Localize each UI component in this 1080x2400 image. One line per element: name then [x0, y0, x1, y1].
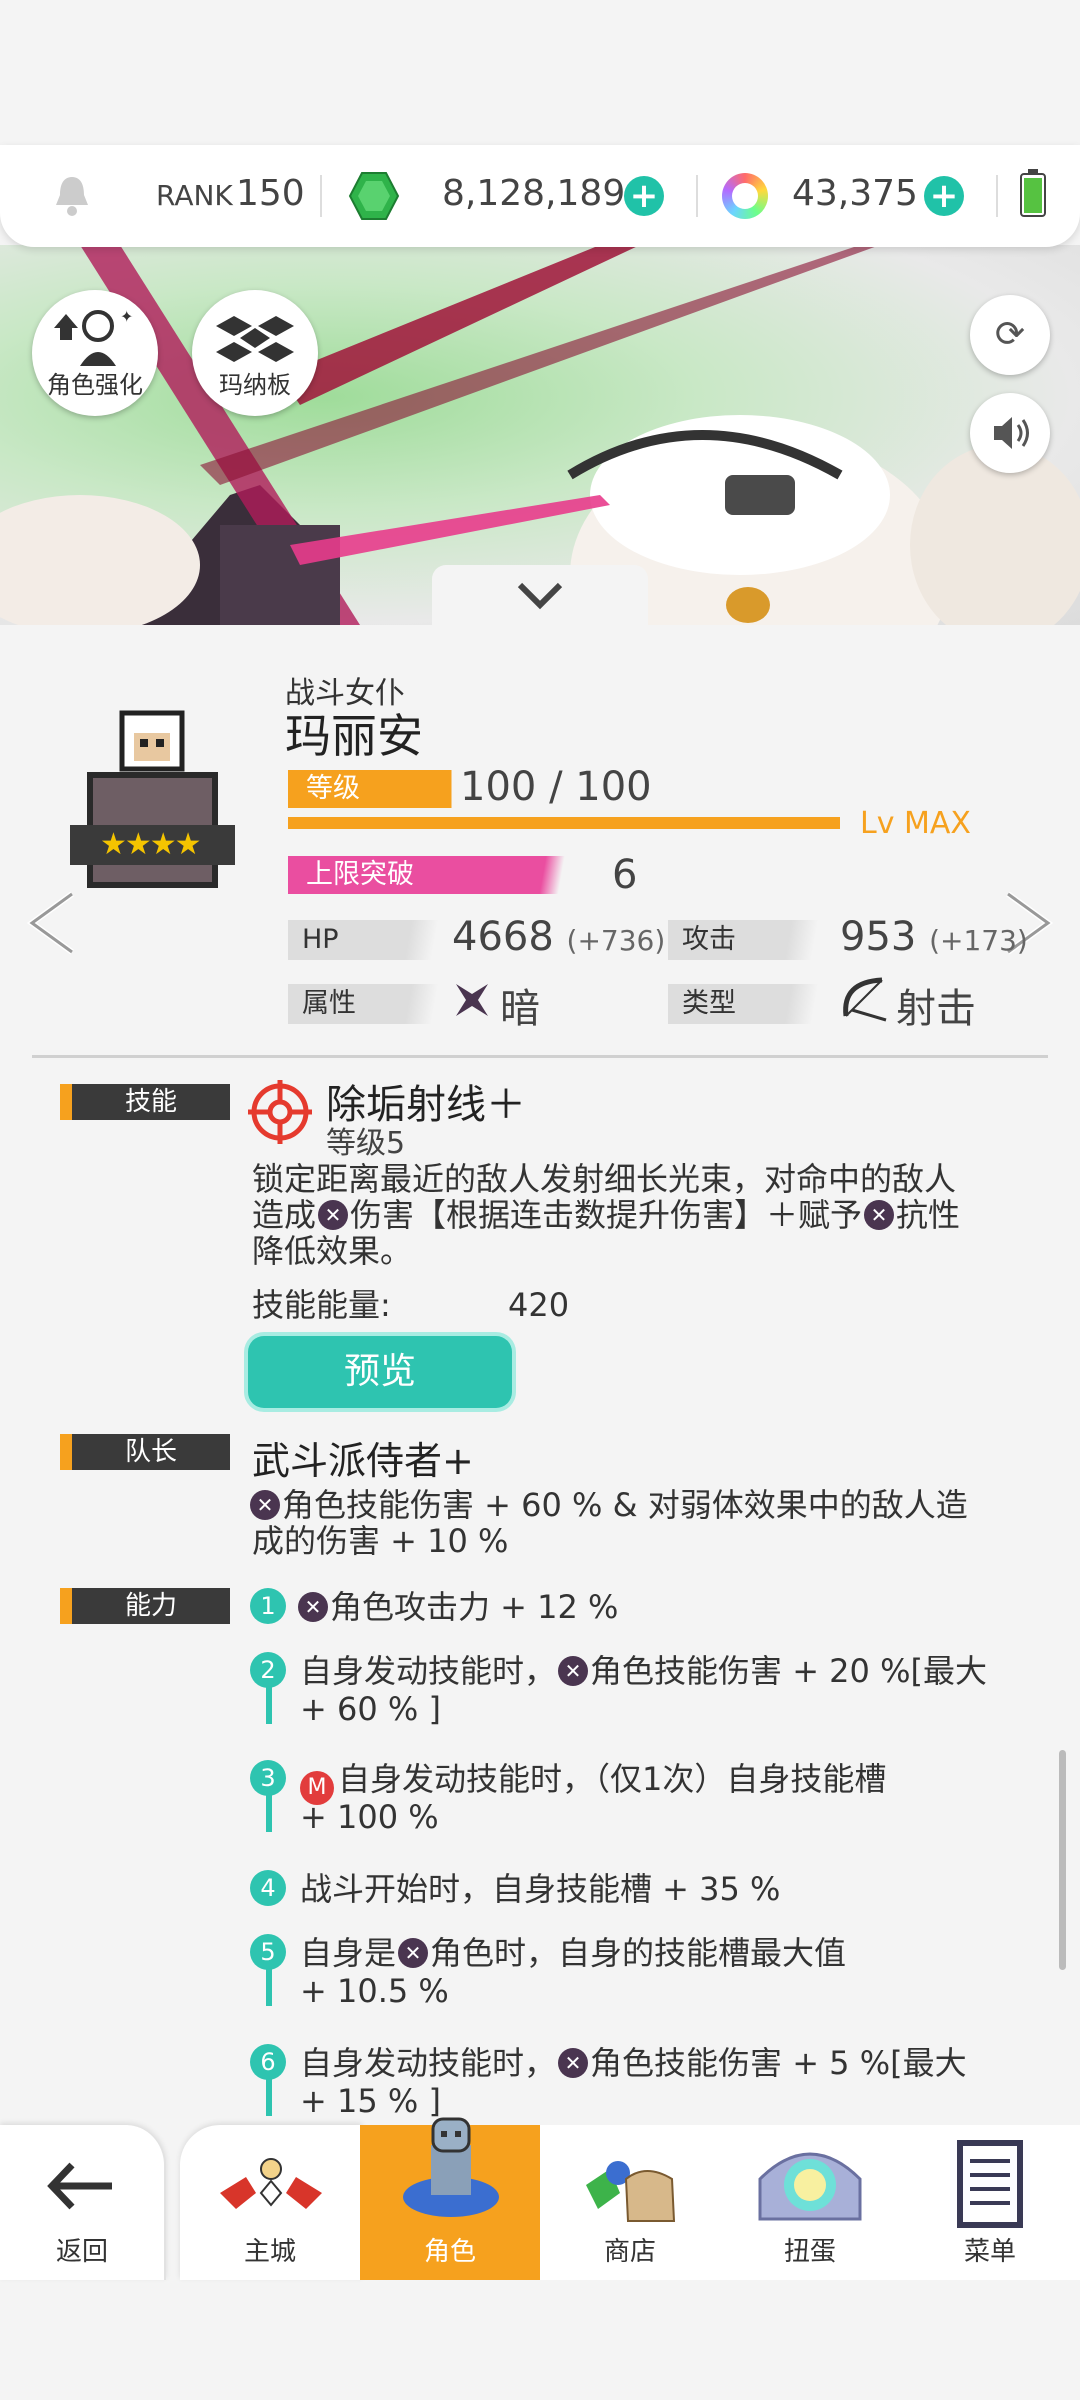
- menu-icon: [957, 2140, 1023, 2228]
- skill-energy-value: 420: [508, 1286, 570, 1324]
- gacha-icon: [758, 2152, 862, 2221]
- attribute-value: 暗: [500, 986, 540, 1032]
- rainbow-orb-icon: [722, 173, 768, 219]
- ability-number: 2: [250, 1652, 286, 1688]
- ability-6-line1: 自身发动技能时，角色技能伤害 + 5 %[最大: [300, 2044, 967, 2082]
- character-portrait: ★★★★: [70, 705, 235, 895]
- character-name: 玛丽安: [285, 709, 423, 763]
- attack-value: 953 (+173): [840, 914, 1028, 960]
- hp-tag: HP: [288, 920, 458, 960]
- preview-button[interactable]: 预览: [248, 1336, 512, 1408]
- prev-character-arrow[interactable]: [22, 888, 82, 958]
- nav-back[interactable]: 返回: [0, 2125, 166, 2280]
- bottom-navigation: 返回 主城 角色 商店 扭蛋 菜单: [0, 2117, 1080, 2280]
- type-tag: 类型: [668, 984, 838, 1024]
- nav-town[interactable]: 主城: [180, 2125, 362, 2280]
- rank-label: RANK: [156, 179, 233, 212]
- nav-gacha[interactable]: 扭蛋: [720, 2125, 902, 2280]
- skill-level: 等级5: [326, 1126, 406, 1161]
- add-gems-button[interactable]: +: [624, 176, 664, 216]
- level-max-label: Lv MAX: [860, 806, 971, 841]
- skill-desc-line2: 造成伤害【根据连击数提升伤害】＋赋予抗性: [252, 1196, 960, 1234]
- leader-desc-line1: 角色技能伤害 + 60 % & 对弱体效果中的敌人造: [248, 1486, 968, 1524]
- nav-character-label: 角色: [423, 2237, 476, 2267]
- mana-board-button[interactable]: 玛纳板: [192, 290, 318, 416]
- level-progress-bar: [288, 817, 840, 829]
- ability-number: 3: [250, 1760, 286, 1796]
- chevron-down-icon: [517, 582, 563, 610]
- star-rating: ★★★★: [100, 827, 202, 862]
- nav-character[interactable]: 角色: [360, 2117, 542, 2280]
- dark-attribute-icon: [318, 1200, 349, 1230]
- attack-tag: 攻击: [668, 920, 838, 960]
- nav-gacha-label: 扭蛋: [783, 2237, 836, 2267]
- dark-attribute-icon: [558, 2048, 589, 2078]
- type-value: 射击: [896, 986, 976, 1032]
- chevron-left-icon: [26, 891, 74, 955]
- nav-menu-label: 菜单: [963, 2237, 1016, 2267]
- orb-count: 43,375: [792, 173, 918, 214]
- collapse-button[interactable]: [432, 565, 648, 627]
- ability-1-text: 角色攻击力 + 12 %: [296, 1588, 618, 1626]
- rank-value: 150: [236, 173, 305, 214]
- skill-tag: 技能: [60, 1084, 230, 1120]
- nav-shop-label: 商店: [603, 2237, 656, 2267]
- bell-icon[interactable]: [52, 173, 92, 217]
- attribute-tag: 属性: [288, 984, 458, 1024]
- limit-break-tag: 上限突破: [288, 856, 596, 894]
- skill-energy-label: 技能能量:: [252, 1286, 391, 1324]
- nav-menu[interactable]: 菜单: [900, 2125, 1080, 2280]
- character-enhance-button[interactable]: ✦ 角色强化: [32, 290, 158, 416]
- swap-icon[interactable]: ⟳: [970, 295, 1050, 375]
- resource-bar: RANK 150 8,128,189 + 43,375 +: [0, 145, 1080, 247]
- ability-number: 5: [250, 1934, 286, 1970]
- ability-number: 4: [250, 1870, 286, 1906]
- dark-attribute-icon: [864, 1200, 895, 1230]
- crosshair-skill-icon: [248, 1080, 312, 1144]
- level-value: 100 / 100: [460, 764, 652, 810]
- ability-number: 1: [250, 1588, 286, 1624]
- skill-desc-line1: 锁定距离最近的敌人发射细长光束，对命中的敌人: [252, 1160, 957, 1198]
- battery-icon: [1020, 169, 1046, 217]
- add-orbs-button[interactable]: +: [924, 176, 964, 216]
- divider: [32, 1055, 1048, 1058]
- character-enhance-label: 角色强化: [47, 371, 143, 399]
- nav-town-label: 主城: [243, 2237, 296, 2267]
- mana-board-icon: [216, 316, 294, 362]
- dark-attribute-icon: [250, 1490, 280, 1520]
- character-icon: [403, 2117, 499, 2217]
- ability-tag: 能力: [60, 1588, 230, 1624]
- scrollbar[interactable]: [1059, 1750, 1066, 1970]
- skill-desc-line3: 降低效果。: [252, 1232, 413, 1270]
- svg-text:✦: ✦: [120, 307, 133, 326]
- town-icon: [220, 2158, 322, 2209]
- nav-shop[interactable]: 商店: [540, 2125, 722, 2280]
- nav-back-label: 返回: [55, 2237, 108, 2267]
- back-arrow-icon: [47, 2162, 112, 2210]
- green-gem-icon: [348, 171, 400, 221]
- leader-desc-line2: 成的伤害 + 10 %: [252, 1522, 509, 1560]
- ability-2-line1: 自身发动技能时，角色技能伤害 + 20 %[最大: [300, 1652, 987, 1690]
- ability-4-text: 战斗开始时，自身技能槽 + 35 %: [300, 1870, 781, 1908]
- bow-icon: [838, 972, 890, 1024]
- leader-tag: 队长: [60, 1434, 230, 1470]
- level-progress-fill: [288, 817, 840, 829]
- character-enhance-icon: ✦: [54, 307, 133, 366]
- limit-break-value: 6: [612, 852, 638, 898]
- leader-name: 武斗派侍者+: [252, 1439, 474, 1483]
- ability-3-line2: + 100 %: [300, 1798, 439, 1836]
- dark-attribute-icon: [558, 1656, 589, 1686]
- mana-board-label: 玛纳板: [219, 371, 291, 399]
- ability-5-line2: + 10.5 %: [300, 1972, 449, 2010]
- dark-attribute-icon: [452, 980, 492, 1020]
- ability-5-line1: 自身是角色时，自身的技能槽最大值: [300, 1934, 846, 1972]
- shop-icon: [586, 2161, 676, 2222]
- hp-value: 4668 (+736): [452, 914, 666, 960]
- ability-number: 6: [250, 2044, 286, 2080]
- ability-2-line2: + 60 % ]: [300, 1690, 441, 1728]
- dark-attribute-icon: [398, 1938, 429, 1968]
- gem-count: 8,128,189: [442, 173, 626, 214]
- dark-attribute-icon: [298, 1592, 328, 1622]
- voice-icon[interactable]: [970, 393, 1050, 473]
